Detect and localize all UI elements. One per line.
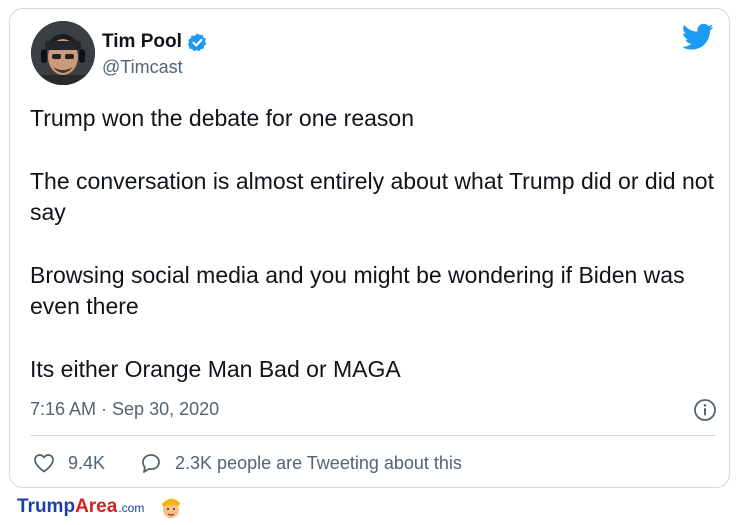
info-icon[interactable] [693,398,717,422]
tweet-paragraph: Trump won the debate for one reason [30,105,414,131]
avatar[interactable] [31,21,95,85]
author-row: Tim Pool [102,31,208,53]
brand-part3: .com [118,501,145,515]
like-count: 9.4K [68,452,106,473]
tweet-paragraph: The conversation is almost entirely abou… [30,168,714,225]
reply-bubble-icon [142,454,160,473]
author-name[interactable]: Tim Pool [102,31,182,53]
brand-part2: Area [75,496,118,517]
divider [30,435,716,436]
reply-text: 2.3K people are Tweeting about this [175,452,462,473]
brand-part1: Trump [17,496,76,517]
twitter-bird-icon[interactable] [681,23,714,51]
verified-badge-icon [187,32,208,53]
tweet-text: Trump won the debate for one reason The … [30,103,720,385]
like-button[interactable]: 9.4K [32,451,105,475]
tweet-paragraph: Its either Orange Man Bad or MAGA [30,356,401,382]
tweet-actions: 9.4K 2.3K people are Tweeting about this [32,451,462,475]
mascot-icon [158,494,184,520]
tweet-card: Tim Pool @Timcast Trump won the debate f… [9,8,730,488]
reply-button[interactable]: 2.3K people are Tweeting about this [139,451,462,475]
site-footer: TrumpArea.com [17,494,184,520]
tweet-paragraph: Browsing social media and you might be w… [30,262,685,319]
author-handle[interactable]: @Timcast [102,57,183,78]
brand-logo[interactable]: TrumpArea.com [17,496,144,518]
heart-icon [34,454,54,473]
tweet-timestamp[interactable]: 7:16 AM · Sep 30, 2020 [30,399,219,420]
